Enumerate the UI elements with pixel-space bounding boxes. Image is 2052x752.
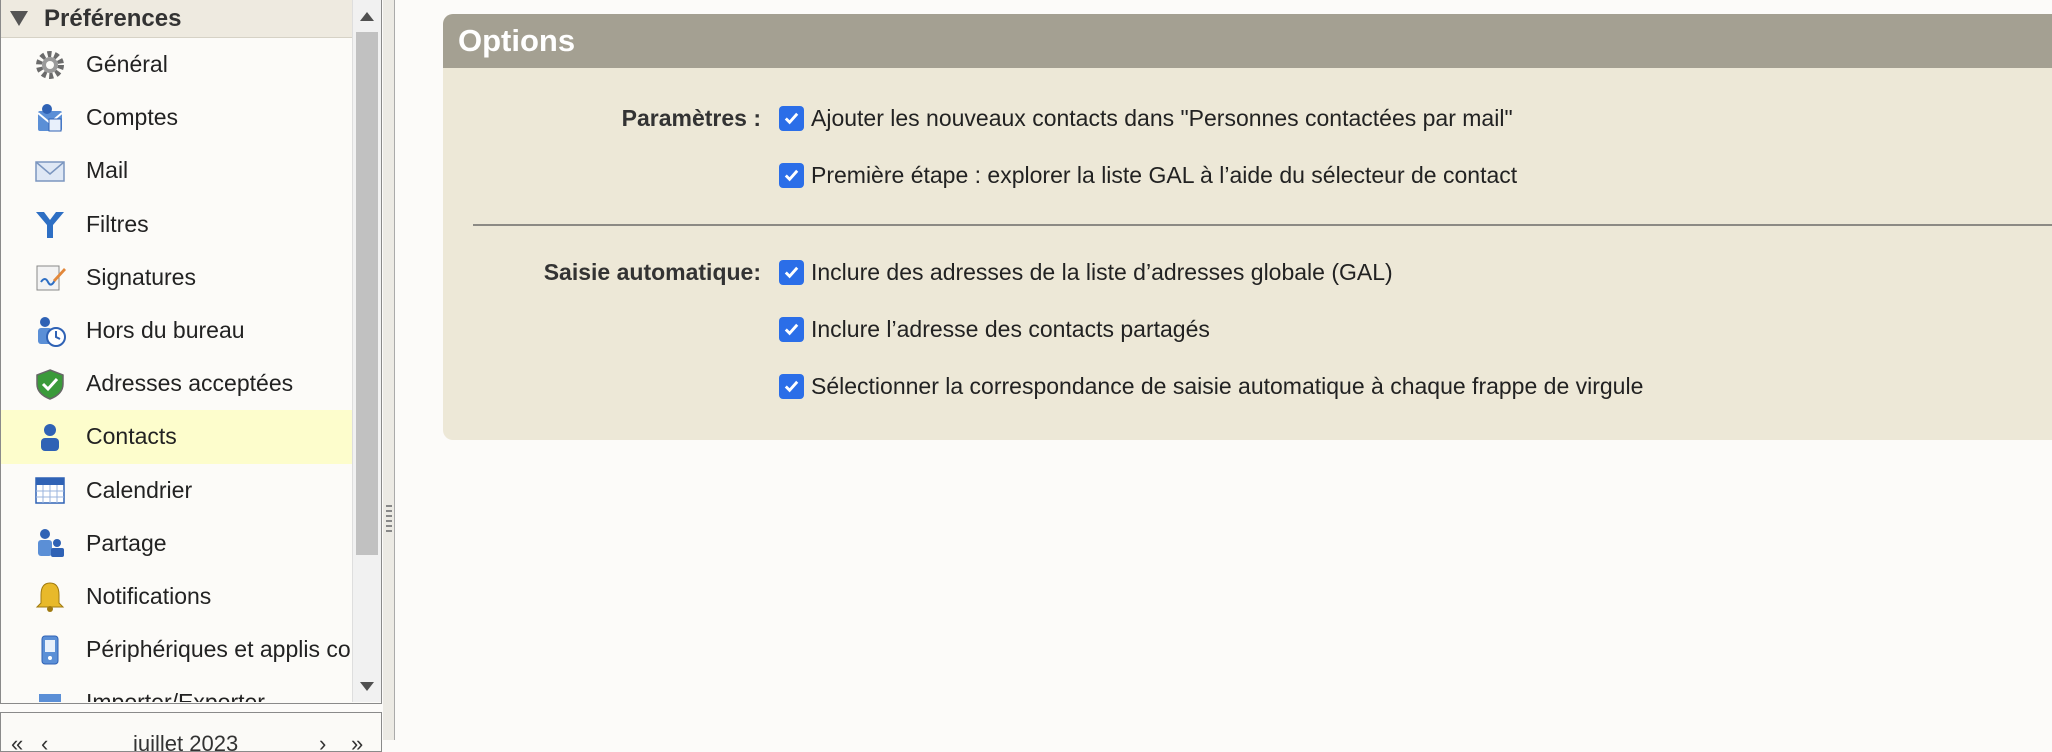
checkbox-label[interactable]: Sélectionner la correspondance de saisie… xyxy=(811,373,1643,400)
parameters-row-2: Première étape : explorer la liste GAL à… xyxy=(443,155,2052,195)
checkbox-add-new-contacts[interactable] xyxy=(779,105,804,131)
sidebar-scrollbar[interactable] xyxy=(352,0,381,702)
sidebar-item-sharing[interactable]: Partage xyxy=(1,517,352,570)
checkbox-autocomplete-on-comma[interactable] xyxy=(779,373,804,399)
sidebar-item-accounts[interactable]: Comptes xyxy=(1,91,352,144)
preferences-sidebar: Préférences Général Comptes Mail Filtres xyxy=(0,0,382,704)
envelope-icon xyxy=(33,154,67,188)
checkmark-icon xyxy=(784,380,799,392)
sidebar-item-mail[interactable]: Mail xyxy=(1,144,352,197)
out-of-office-icon xyxy=(33,314,67,348)
checkbox-include-shared-contacts[interactable] xyxy=(779,316,804,342)
sidebar-item-label: Général xyxy=(86,51,168,78)
preferences-list: Général Comptes Mail Filtres Signatures xyxy=(1,38,352,702)
mini-calendar: « ‹ juillet 2023 › » xyxy=(0,712,382,752)
sidebar-item-general[interactable]: Général xyxy=(1,38,352,91)
sidebar-item-label: Contacts xyxy=(86,423,177,450)
mini-cal-next-month[interactable]: › xyxy=(319,731,326,751)
sidebar-item-accepted-addresses[interactable]: Adresses acceptées xyxy=(1,357,352,410)
checkmark-icon xyxy=(784,266,799,278)
sidebar-item-devices[interactable]: Périphériques et applis co xyxy=(1,623,352,676)
filter-icon xyxy=(33,207,67,241)
sidebar-item-filters[interactable]: Filtres xyxy=(1,198,352,251)
sidebar-item-label: Adresses acceptées xyxy=(86,370,294,397)
contact-person-icon xyxy=(33,420,67,454)
splitter-grip-icon[interactable] xyxy=(386,505,392,535)
sidebar-item-label: Partage xyxy=(86,529,167,556)
options-title: Options xyxy=(443,14,2052,68)
accounts-icon xyxy=(33,101,67,135)
mobile-device-icon xyxy=(33,633,67,667)
sidebar-item-label: Hors du bureau xyxy=(86,317,245,344)
checkbox-label[interactable]: Première étape : explorer la liste GAL à… xyxy=(811,162,1517,189)
checkmark-icon xyxy=(784,323,799,335)
collapse-triangle-icon[interactable] xyxy=(10,11,28,26)
mini-cal-prev-year[interactable]: « xyxy=(11,731,23,751)
checkmark-icon xyxy=(784,169,799,181)
checkbox-label[interactable]: Inclure l’adresse des contacts partagés xyxy=(811,316,1210,343)
mini-cal-month-label: juillet 2023 xyxy=(133,731,239,752)
calendar-icon xyxy=(33,473,67,507)
signature-icon xyxy=(33,260,67,294)
scroll-down-button[interactable] xyxy=(353,672,381,700)
checkbox-label[interactable]: Ajouter les nouveaux contacts dans "Pers… xyxy=(811,105,1513,132)
panel-splitter[interactable] xyxy=(383,0,394,740)
checkbox-gal-first-step[interactable] xyxy=(779,162,804,188)
parameters-row-1: Paramètres : Ajouter les nouveaux contac… xyxy=(443,98,2052,138)
sidebar-item-calendar[interactable]: Calendrier xyxy=(1,464,352,517)
sidebar-item-label: Comptes xyxy=(86,104,179,131)
scrollbar-thumb[interactable] xyxy=(356,32,378,555)
sidebar-item-signatures[interactable]: Signatures xyxy=(1,251,352,304)
sidebar-item-label: Filtres xyxy=(86,210,149,237)
sharing-icon xyxy=(33,526,67,560)
gear-icon xyxy=(33,48,67,82)
sidebar-item-label: Mail xyxy=(86,157,129,184)
sidebar-item-label: Importer/Exporter xyxy=(86,689,265,702)
sidebar-item-notifications[interactable]: Notifications xyxy=(1,570,352,623)
autocomplete-row-3: Sélectionner la correspondance de saisie… xyxy=(443,366,2052,406)
arrow-down-icon xyxy=(360,681,374,691)
options-panel: Options Paramètres : Ajouter les nouveau… xyxy=(443,14,2052,440)
sidebar-item-import-export[interactable]: Importer/Exporter xyxy=(1,676,352,702)
sidebar-item-label: Notifications xyxy=(86,582,212,609)
sidebar-item-label: Calendrier xyxy=(86,476,193,503)
autocomplete-label: Saisie automatique: xyxy=(543,258,761,285)
section-divider xyxy=(473,224,2052,226)
checkmark-icon xyxy=(784,112,799,124)
checkbox-label[interactable]: Inclure des adresses de la liste d’adres… xyxy=(811,259,1393,286)
bell-icon xyxy=(33,579,67,613)
shield-check-icon xyxy=(33,367,67,401)
autocomplete-row-2: Inclure l’adresse des contacts partagés xyxy=(443,309,2052,349)
mini-cal-prev-month[interactable]: ‹ xyxy=(41,731,48,751)
arrow-up-icon xyxy=(360,11,374,21)
preferences-title: Préférences xyxy=(44,4,182,32)
mini-cal-next-year[interactable]: » xyxy=(351,731,363,751)
sidebar-item-label: Signatures xyxy=(86,263,196,290)
autocomplete-row-1: Saisie automatique: Inclure des adresses… xyxy=(443,252,2052,292)
sidebar-item-contacts[interactable]: Contacts xyxy=(1,410,352,464)
import-export-icon xyxy=(33,686,67,702)
sidebar-item-out-of-office[interactable]: Hors du bureau xyxy=(1,304,352,357)
preferences-header[interactable]: Préférences xyxy=(1,0,352,38)
sidebar-item-label: Périphériques et applis co xyxy=(86,636,351,663)
parameters-label: Paramètres : xyxy=(621,104,761,131)
scroll-up-button[interactable] xyxy=(353,2,381,30)
checkbox-include-gal[interactable] xyxy=(779,259,804,285)
